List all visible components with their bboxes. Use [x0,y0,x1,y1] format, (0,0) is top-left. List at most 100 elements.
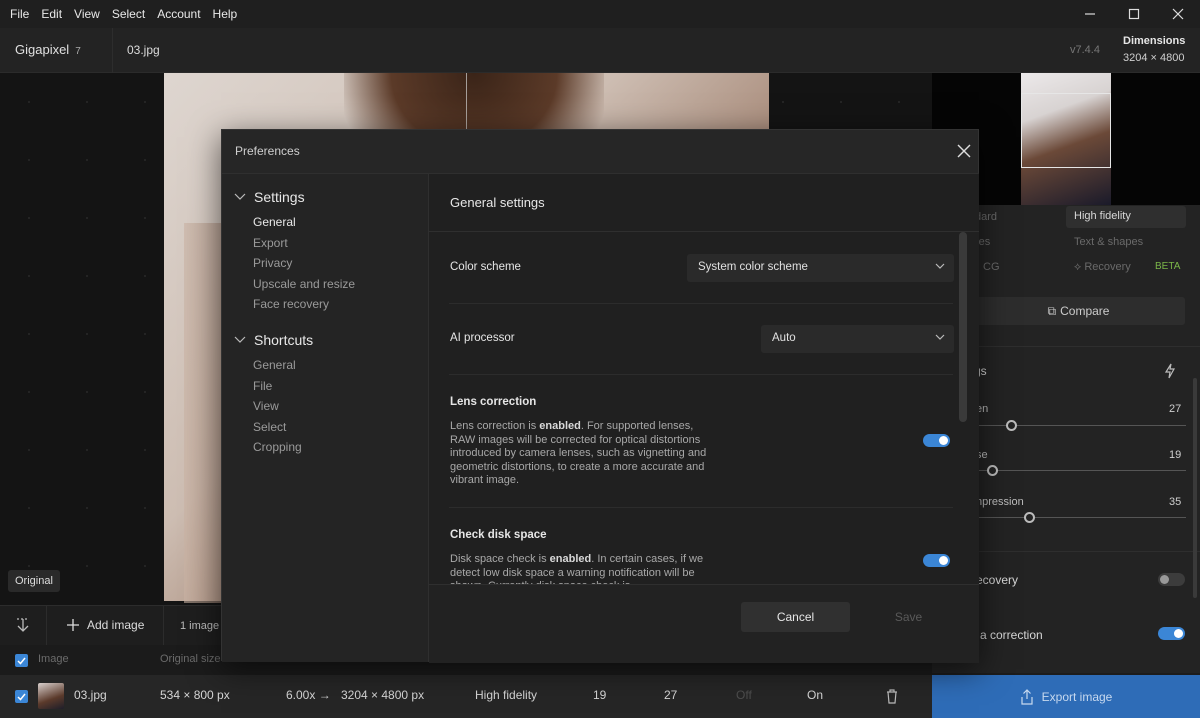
close-dialog-icon[interactable] [955,142,973,160]
check-icon [17,657,26,665]
face-recovery-toggle[interactable] [1158,573,1185,586]
lens-correction-toggle[interactable] [923,434,950,447]
window-controls [1068,0,1200,28]
menu-edit[interactable]: Edit [35,7,68,21]
app-version-badge: 7 [75,46,81,57]
nav-section-shortcuts[interactable]: Shortcuts [234,332,313,348]
slider-1-knob[interactable] [1006,420,1017,431]
beta-badge: BETA [1155,261,1181,272]
slider-3-label: npression [976,496,1024,508]
row-scale: 6.00x → [286,688,331,702]
nav-shortcuts-file[interactable]: File [253,379,272,393]
app-brand: Gigapixel 7 [15,42,81,57]
model-high-fidelity[interactable]: High fidelity [1066,206,1186,228]
header-divider [112,28,113,73]
toggle-2-label: a correction [980,628,1043,642]
row-thumbnail [38,683,64,709]
preferences-nav: Settings General Export Privacy Upscale … [222,173,429,662]
nav-shortcuts-select[interactable]: Select [253,420,286,434]
minimize-button[interactable] [1068,0,1112,28]
nav-settings-export[interactable]: Export [253,236,288,250]
preferences-content: General settings Color scheme System col… [429,173,979,663]
settings-scroll-area[interactable]: Color scheme System color scheme AI proc… [429,232,979,584]
row-divider [449,303,953,304]
content-title: General settings [450,195,545,210]
lens-correction-description: Lens correction is enabled. For supporte… [450,420,720,488]
compare-button[interactable]: ⧉ Compare [972,297,1185,325]
minimize-icon [1085,13,1095,15]
lightning-icon[interactable] [1163,363,1177,379]
nav-section-settings[interactable]: Settings [234,189,305,205]
lens-correction-toggle[interactable] [1158,627,1185,640]
disk-space-title: Check disk space [450,529,547,541]
menu-file[interactable]: File [4,7,35,21]
chevron-down-icon [234,336,246,343]
export-image-button[interactable]: Export image [932,675,1200,718]
trash-icon[interactable] [885,688,899,704]
version-label: v7.4.4 [1070,44,1100,56]
menu-view[interactable]: View [68,7,106,21]
toggle-knob [1174,629,1183,638]
nav-shortcuts-general[interactable]: General [253,358,296,372]
add-image-button[interactable]: Add image [66,618,144,632]
toolbar-divider [163,606,164,646]
navigator-viewport-box[interactable] [1021,93,1111,168]
row-value-3: Off [736,688,752,702]
slider-3-track[interactable] [976,517,1186,518]
menu-account[interactable]: Account [151,7,206,21]
toggle-knob [939,556,948,565]
header-original-size[interactable]: Original size [160,653,221,665]
toggle-1-label: ecovery [976,573,1019,587]
nav-shortcuts-view[interactable]: View [253,399,279,413]
app-name: Gigapixel [15,42,70,57]
menu-help[interactable]: Help [207,7,244,21]
chevron-down-icon [935,263,945,269]
select-all-checkbox[interactable] [15,654,28,667]
slider-1-value: 27 [1169,403,1182,415]
model-cg[interactable]: CG [983,261,1000,273]
close-window-button[interactable] [1156,0,1200,28]
row-model: High fidelity [475,688,538,702]
disk-space-toggle[interactable] [923,554,950,567]
slider-3-knob[interactable] [1024,512,1035,523]
ai-processor-select[interactable]: Auto [761,325,954,353]
row-divider [449,374,953,375]
row-value-1: 19 [593,688,607,702]
settings-scrollbar[interactable] [959,232,967,422]
header-image[interactable]: Image [38,653,69,665]
maximize-button[interactable] [1112,0,1156,28]
row-value-2: 27 [664,688,678,702]
nav-settings-upscale[interactable]: Upscale and resize [253,277,355,291]
save-button[interactable]: Save [854,602,963,632]
row-output-size: 3204 × 4800 px [341,688,425,702]
model-recovery[interactable]: ⟡ Recovery [1074,261,1131,274]
nav-settings-face-recovery[interactable]: Face recovery [253,297,329,311]
nav-settings-general[interactable]: General [253,215,296,229]
row-divider [449,507,953,508]
nav-shortcuts-cropping[interactable]: Cropping [253,440,302,454]
chevron-down-icon [935,334,945,340]
row-checkbox[interactable] [15,690,28,703]
model-text-shapes[interactable]: Text & shapes [1074,236,1143,248]
row-filename: 03.jpg [74,688,107,702]
right-panel-scrollbar[interactable] [1193,378,1197,598]
app-header: Gigapixel 7 03.jpg v7.4.4 Dimensions 3204… [0,28,1200,73]
desc-text: Lens correction is [450,420,540,432]
table-row[interactable]: 03.jpg 534 × 800 px 6.00x → 3204 × 4800 … [0,675,932,718]
slider-2-knob[interactable] [987,465,998,476]
collapse-queue-icon[interactable] [14,617,32,635]
color-scheme-select[interactable]: System color scheme [687,254,954,282]
compare-label: Compare [1060,304,1110,318]
slider-2-track[interactable] [976,470,1186,471]
toggle-knob [1160,575,1169,584]
nav-settings-privacy[interactable]: Privacy [253,256,292,270]
ai-processor-label: AI processor [450,332,515,344]
lens-correction-title: Lens correction [450,396,537,408]
close-icon [1172,8,1184,20]
original-tag: Original [8,570,60,592]
menu-select[interactable]: Select [106,7,151,21]
toolbar-divider [46,606,47,646]
desc-text: Disk space check is [450,553,550,565]
image-count: 1 image [180,620,220,632]
cancel-button[interactable]: Cancel [741,602,850,632]
